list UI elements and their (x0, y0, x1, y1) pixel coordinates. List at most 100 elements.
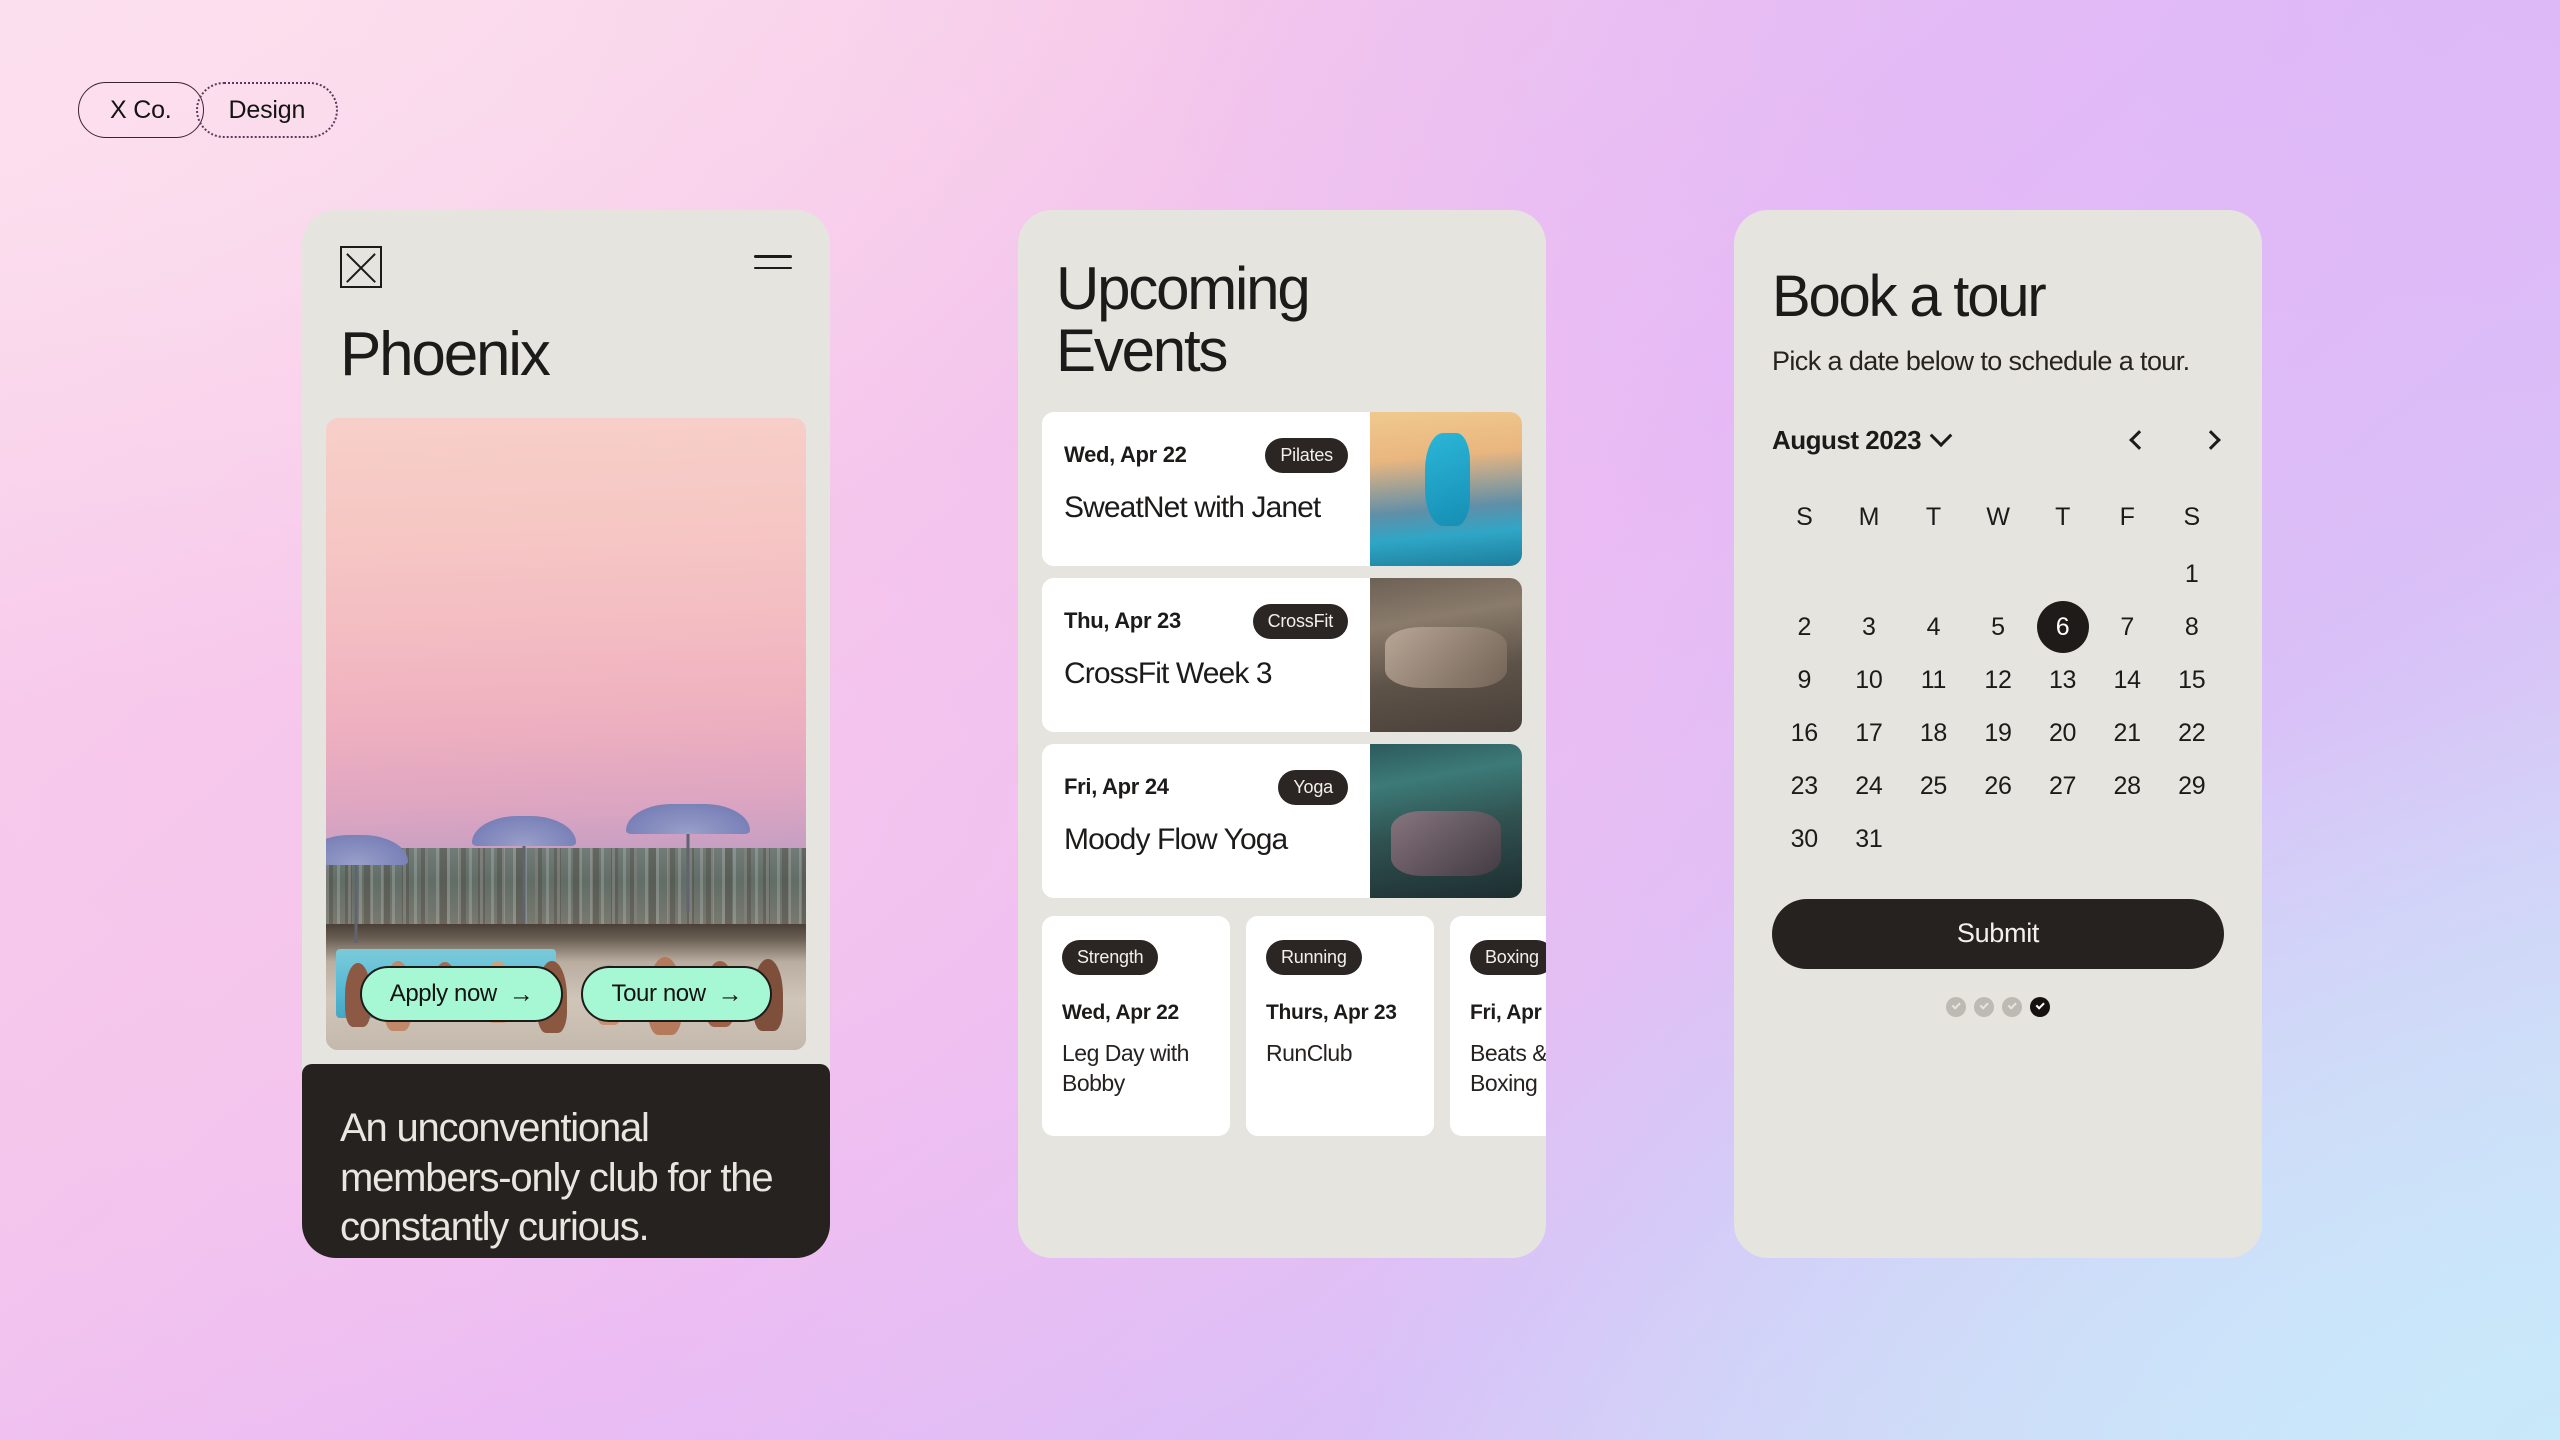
calendar-blank-cell (1966, 549, 2031, 600)
event-name: RunClub (1266, 1039, 1353, 1066)
event-card[interactable]: Wed, Apr 22 Pilates SweatNet with Janet (1042, 411, 1522, 566)
calendar-day[interactable]: 31 (1837, 814, 1902, 865)
check-circle-icon[interactable] (2030, 996, 2050, 1017)
calendar-day-selected[interactable]: 6 (2030, 601, 2095, 654)
chevron-right-icon[interactable] (2198, 425, 2224, 455)
calendar-day[interactable]: 4 (1901, 602, 1966, 653)
event-card-meta: Fri, Apr 24 Yoga (1064, 769, 1348, 805)
month-label: August 2023 (1772, 424, 1922, 455)
events-title-line2: Events (1056, 316, 1228, 384)
x-in-square-logo-icon[interactable] (340, 246, 382, 288)
check-circle-icon[interactable] (1946, 996, 1966, 1017)
calendar-blank-cell (1772, 549, 1837, 600)
hamburger-menu-icon[interactable] (754, 246, 792, 270)
calendar-blank-cell (2030, 549, 2095, 600)
event-category-badge: Strength (1062, 939, 1159, 975)
calendar-blank-cell (1901, 549, 1966, 600)
event-card[interactable]: Fri, Apr 24 Yoga Moody Flow Yoga (1042, 743, 1522, 898)
calendar-blank-cell (2095, 549, 2160, 600)
tag-label: X Co. (110, 95, 172, 124)
calendar-day[interactable]: 9 (1772, 655, 1837, 706)
event-card-meta: Thu, Apr 23 CrossFit (1064, 603, 1348, 639)
calendar-day[interactable]: 8 (2159, 602, 2224, 653)
calendar-day[interactable]: 20 (2030, 708, 2095, 759)
calendar-day[interactable]: 29 (2159, 761, 2224, 812)
calendar-day[interactable]: 5 (1966, 602, 2031, 653)
chevron-down-icon (1929, 424, 1953, 448)
event-category-badge: Yoga (1278, 769, 1348, 805)
event-category-badge: Running (1266, 939, 1362, 975)
calendar-day[interactable]: 15 (2159, 655, 2224, 706)
event-category-badge: CrossFit (1252, 603, 1348, 639)
event-card-body: Wed, Apr 22 Pilates SweatNet with Janet (1042, 412, 1370, 566)
calendar-day-header: T (2055, 502, 2071, 531)
event-name: CrossFit Week 3 (1064, 656, 1273, 690)
event-date: Wed, Apr 22 (1062, 1000, 1179, 1024)
event-date: Thurs, Apr 23 (1266, 1000, 1397, 1024)
apply-now-button[interactable]: Apply now → (359, 966, 564, 1022)
chevron-left-icon[interactable] (2126, 425, 2152, 455)
events-title-line1: Upcoming (1056, 255, 1311, 322)
event-carousel[interactable]: Strength Wed, Apr 22 Leg Day with Bobby … (1018, 915, 1546, 1136)
event-card-meta: Wed, Apr 22 Pilates (1064, 437, 1348, 473)
event-list: Wed, Apr 22 Pilates SweatNet with Janet … (1018, 382, 1546, 898)
event-card[interactable]: Thu, Apr 23 CrossFit CrossFit Week 3 (1042, 577, 1522, 732)
calendar-day[interactable]: 26 (1966, 761, 2031, 812)
app-header (302, 210, 830, 288)
calendar-day[interactable]: 18 (1901, 708, 1966, 759)
calendar-day[interactable]: 24 (1837, 761, 1902, 812)
phone-mockup-home: Phoenix Apply now → Tour now → An unconv… (302, 210, 830, 1258)
check-circle-icon[interactable] (1974, 996, 1994, 1017)
tag-label: Design (228, 95, 306, 124)
calendar-day[interactable]: 11 (1901, 655, 1966, 706)
arrow-right-icon: → (717, 979, 743, 1008)
month-selector[interactable]: August 2023 (1772, 424, 1953, 456)
event-card-body: Fri, Apr 24 Yoga Moody Flow Yoga (1042, 744, 1370, 898)
calendar-day[interactable]: 16 (1772, 708, 1837, 759)
calendar-grid[interactable]: S M T W T F S 1 2 3 4 5 6 7 8 9 10 11 12 13 14 15 16 17 18 19 20 21… (1772, 492, 2224, 865)
calendar-day[interactable]: 28 (2095, 761, 2160, 812)
calendar-day[interactable]: 7 (2095, 602, 2160, 653)
canvas: X Co. Design Phoenix Apply now → Tour no… (0, 0, 2560, 1440)
calendar-day[interactable]: 19 (1966, 708, 2031, 759)
events-title: Upcoming Events (1018, 210, 1546, 382)
calendar-header: August 2023 (1772, 424, 2224, 456)
calendar-day[interactable]: 17 (1837, 708, 1902, 759)
event-name: Moody Flow Yoga (1064, 822, 1288, 856)
calendar-day[interactable]: 23 (1772, 761, 1837, 812)
calendar-day[interactable]: 10 (1837, 655, 1902, 706)
calendar-day[interactable]: 27 (2030, 761, 2095, 812)
tag-x-co[interactable]: X Co. (78, 82, 204, 138)
tagline-text: An unconventional members-only club for … (340, 1106, 774, 1250)
check-circle-icon[interactable] (2002, 996, 2022, 1017)
calendar-day-header: S (1796, 502, 1813, 531)
event-date: Fri, Apr 24 (1470, 1000, 1546, 1024)
mini-event-card[interactable]: Running Thurs, Apr 23 RunClub (1246, 915, 1434, 1136)
calendar-day[interactable]: 30 (1772, 814, 1837, 865)
tag-group: X Co. Design (78, 82, 339, 138)
event-name: Leg Day with Bobby (1062, 1039, 1189, 1096)
tagline-panel: An unconventional members-only club for … (302, 1064, 830, 1258)
calendar-day[interactable]: 2 (1772, 602, 1837, 653)
calendar-day[interactable]: 3 (1837, 602, 1902, 653)
calendar-day[interactable]: 13 (2030, 655, 2095, 706)
calendar-day[interactable]: 12 (1966, 655, 2031, 706)
event-category-badge: Pilates (1265, 437, 1348, 473)
calendar-day[interactable]: 1 (2159, 549, 2224, 600)
event-thumbnail (1370, 577, 1522, 732)
calendar-day[interactable]: 25 (1901, 761, 1966, 812)
calendar-day[interactable]: 21 (2095, 708, 2160, 759)
mini-event-card[interactable]: Boxing Fri, Apr 24 Beats & Boxing (1450, 915, 1546, 1136)
calendar-day[interactable]: 22 (2159, 708, 2224, 759)
mini-event-card[interactable]: Strength Wed, Apr 22 Leg Day with Bobby (1042, 915, 1230, 1136)
tour-now-button[interactable]: Tour now → (581, 966, 773, 1022)
button-label: Tour now (611, 980, 706, 1007)
button-label: Apply now (389, 980, 498, 1007)
calendar-day[interactable]: 14 (2095, 655, 2160, 706)
event-date: Thu, Apr 23 (1064, 608, 1181, 634)
calendar-day-header: S (2183, 502, 2201, 531)
event-name: SweatNet with Janet (1064, 490, 1321, 524)
calendar-nav (2126, 425, 2224, 455)
tag-design[interactable]: Design (195, 82, 339, 138)
submit-button[interactable]: Submit (1772, 898, 2224, 969)
